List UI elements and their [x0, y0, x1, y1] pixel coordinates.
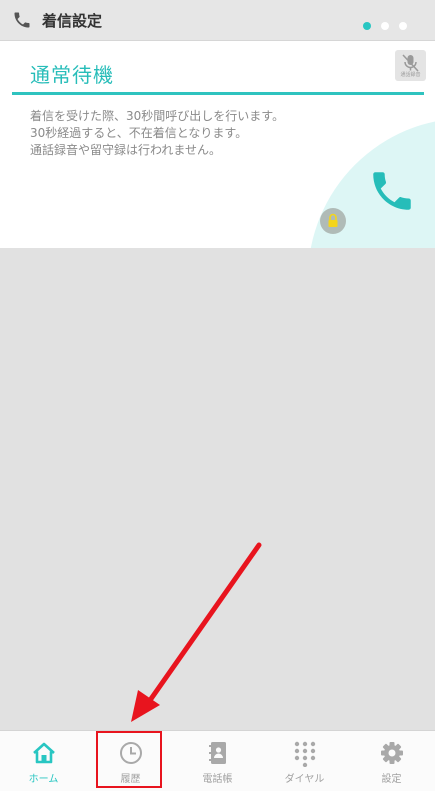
home-icon	[32, 742, 55, 764]
mode-description: 着信を受けた際、30秒間呼び出しを行います。 30秒経過すると、不在着信となりま…	[30, 108, 284, 159]
header-title: 着信設定	[42, 12, 103, 30]
gear-icon	[380, 742, 403, 764]
nav-contacts[interactable]: 電話帳	[174, 731, 261, 791]
mode-card[interactable]: 通常待機 通話録音 着信を受けた際、30秒間呼び出しを行います。 30秒経過する…	[0, 41, 435, 248]
phone-handset-icon	[373, 172, 411, 210]
dialpad-icon	[294, 741, 315, 767]
nav-home[interactable]: ホーム	[0, 731, 87, 791]
lock-glyph	[328, 213, 338, 227]
nav-settings-label: 設定	[381, 774, 402, 785]
bottom-navigation: ホーム 履歴 電話帳 ダイヤル 設定	[0, 730, 435, 791]
phone-icon	[14, 12, 30, 28]
page-indicator[interactable]	[353, 15, 407, 34]
description-line: 30秒経過すると、不在着信となります。	[30, 126, 248, 140]
nav-home-label: ホーム	[28, 774, 59, 785]
mode-title: 通常待機	[30, 63, 114, 87]
recording-label: 通話録音	[400, 72, 421, 78]
lock-icon[interactable]	[320, 208, 346, 234]
description-line: 着信を受けた際、30秒間呼び出しを行います。	[30, 109, 285, 123]
page-dot-1[interactable]	[363, 22, 371, 30]
nav-settings[interactable]: 設定	[348, 731, 435, 791]
description-line: 通話録音や留守録は行われません。	[30, 143, 222, 157]
page-dot-3[interactable]	[399, 22, 407, 30]
history-highlight-box	[96, 731, 162, 788]
app-header: 着信設定	[0, 0, 435, 41]
contacts-icon	[208, 742, 226, 764]
recording-disabled-icon[interactable]: 通話録音	[395, 50, 426, 81]
nav-dial-label: ダイヤル	[284, 774, 325, 785]
title-underline	[12, 92, 424, 95]
nav-contacts-label: 電話帳	[202, 774, 233, 785]
nav-dial[interactable]: ダイヤル	[261, 731, 348, 791]
page-dot-2[interactable]	[381, 22, 389, 30]
